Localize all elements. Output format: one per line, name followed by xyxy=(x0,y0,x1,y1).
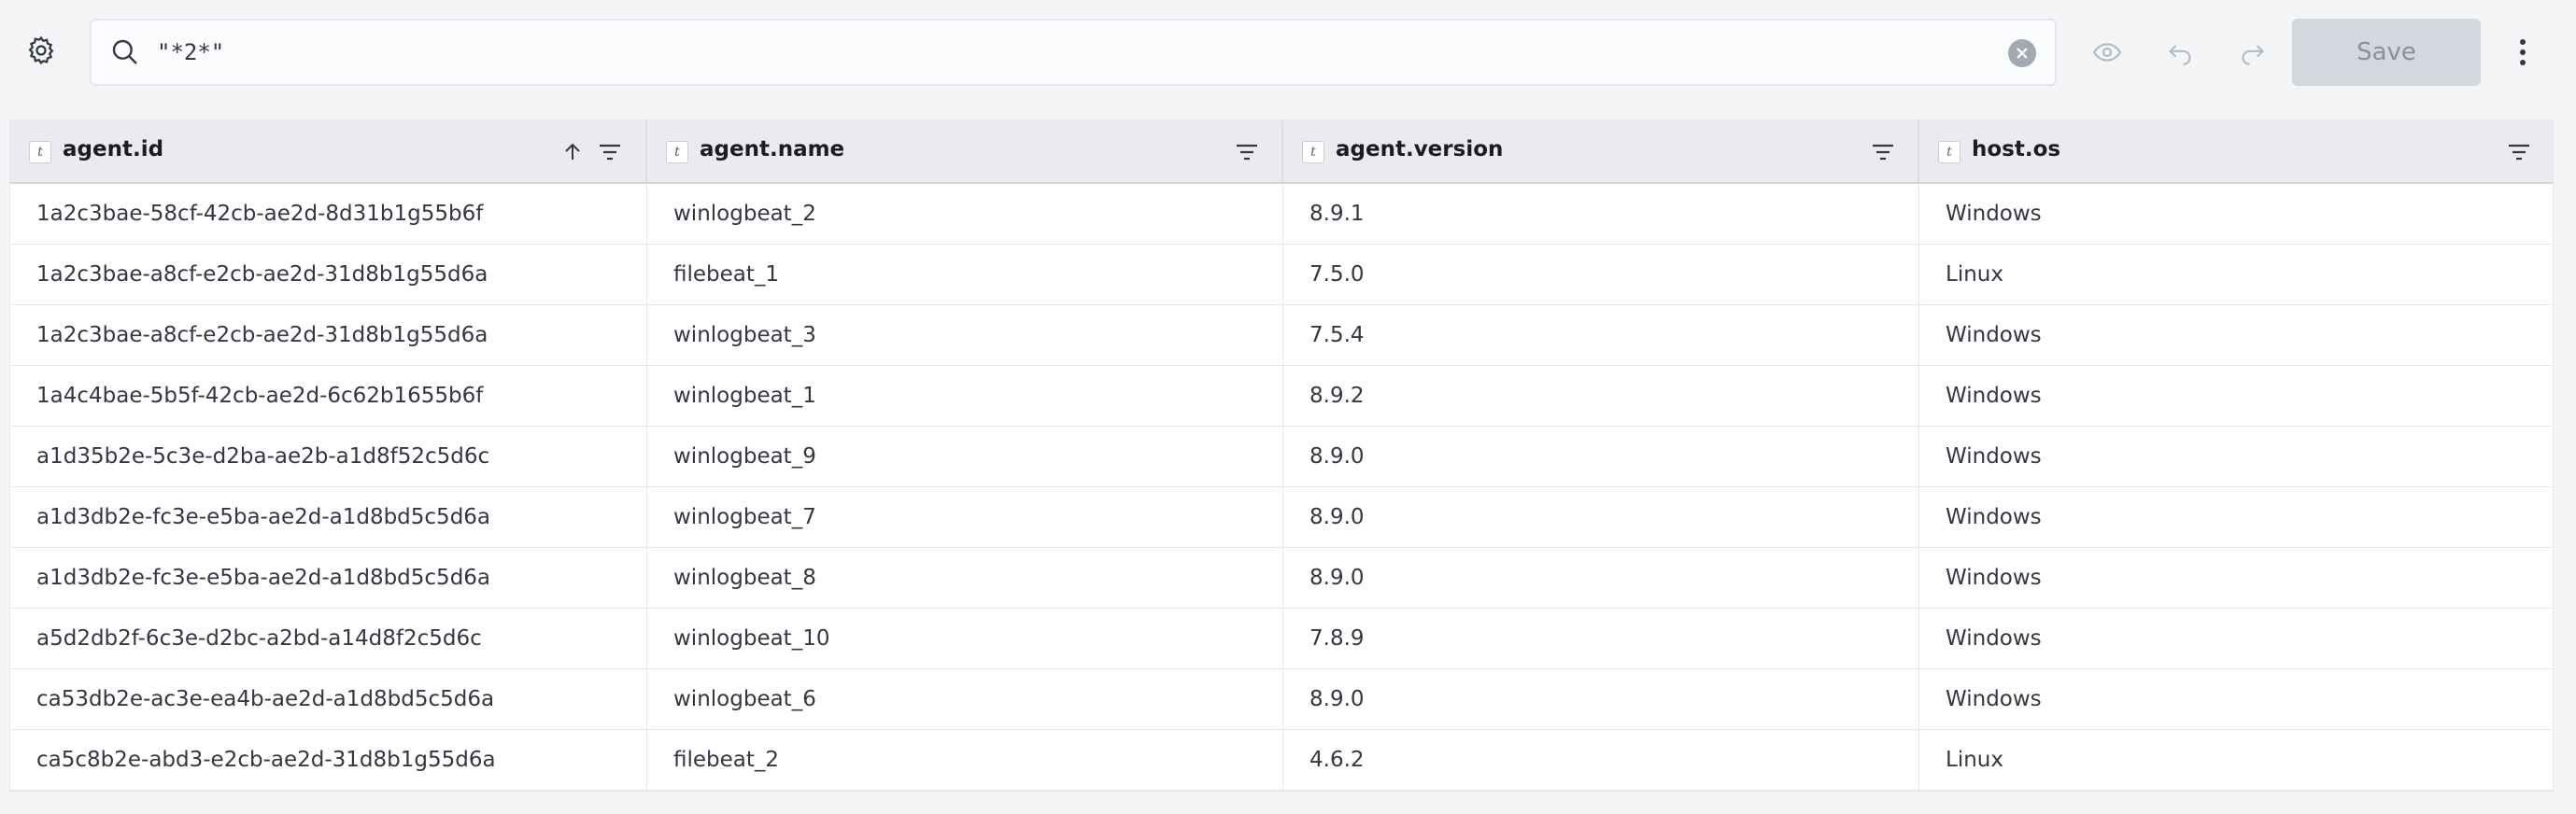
table-row[interactable]: 1a2c3bae-58cf-42cb-ae2d-8d31b1g55b6f win… xyxy=(10,184,2553,245)
cell-agent-id: ca5c8b2e-abd3-e2cb-ae2d-31d8b1g55d6a xyxy=(10,730,647,790)
cell-agent-name: winlogbeat_8 xyxy=(647,548,1283,608)
table-row[interactable]: a1d3db2e-fc3e-e5ba-ae2d-a1d8bd5c5d6a win… xyxy=(10,487,2553,548)
kebab-menu-icon[interactable] xyxy=(2509,32,2537,73)
sort-ascending-icon[interactable] xyxy=(558,137,587,167)
cell-host-os: Linux xyxy=(1946,262,2003,287)
cell-host-os: Linux xyxy=(1946,748,2003,772)
column-name: host.os xyxy=(1972,137,2061,161)
column-name: agent.name xyxy=(700,137,845,161)
column-name: agent.version xyxy=(1336,137,1504,161)
cell-agent-version: 4.6.2 xyxy=(1283,730,1919,790)
table-row[interactable]: 1a2c3bae-a8cf-e2cb-ae2d-31d8b1g55d6a win… xyxy=(10,305,2553,366)
data-table: t agent.id t agent.name t agent.version … xyxy=(9,119,2554,792)
column-header-agent-name[interactable]: t agent.name xyxy=(647,120,1283,182)
cell-agent-id: 1a2c3bae-58cf-42cb-ae2d-8d31b1g55b6f xyxy=(10,184,647,244)
table-row[interactable]: 1a4c4bae-5b5f-42cb-ae2d-6c62b1655b6f win… xyxy=(10,366,2553,427)
cell-host-os: Windows xyxy=(1946,384,2042,408)
cell-agent-name: winlogbeat_3 xyxy=(647,305,1283,365)
cell-agent-name: filebeat_2 xyxy=(647,730,1283,790)
cell-agent-version: 7.8.9 xyxy=(1283,609,1919,668)
cell-agent-id: a1d3db2e-fc3e-e5ba-ae2d-a1d8bd5c5d6a xyxy=(10,487,647,547)
table-row[interactable]: ca53db2e-ac3e-ea4b-ae2d-a1d8bd5c5d6a win… xyxy=(10,669,2553,730)
cell-agent-name: winlogbeat_7 xyxy=(647,487,1283,547)
toolbar: Save xyxy=(0,0,2576,105)
cell-agent-version: 7.5.0 xyxy=(1283,245,1919,304)
cell-agent-version: 8.9.2 xyxy=(1283,366,1919,426)
cell-agent-name: winlogbeat_9 xyxy=(647,427,1283,486)
table-row[interactable]: a1d3db2e-fc3e-e5ba-ae2d-a1d8bd5c5d6a win… xyxy=(10,548,2553,609)
filter-icon[interactable] xyxy=(1868,137,1898,167)
table-row[interactable]: a5d2db2f-6c3e-d2bc-a2bd-a14d8f2c5d6c win… xyxy=(10,609,2553,669)
table-row[interactable]: ca5c8b2e-abd3-e2cb-ae2d-31d8b1g55d6a fil… xyxy=(10,730,2553,791)
cell-agent-id: a1d3db2e-fc3e-e5ba-ae2d-a1d8bd5c5d6a xyxy=(10,548,647,608)
search-input[interactable] xyxy=(157,32,1988,73)
cell-agent-id: 1a4c4bae-5b5f-42cb-ae2d-6c62b1655b6f xyxy=(10,366,647,426)
cell-agent-version: 8.9.0 xyxy=(1283,487,1919,547)
cell-agent-id: 1a2c3bae-a8cf-e2cb-ae2d-31d8b1g55d6a xyxy=(10,245,647,304)
undo-icon[interactable] xyxy=(2161,34,2199,71)
filter-icon[interactable] xyxy=(1232,137,1262,167)
save-button[interactable]: Save xyxy=(2292,19,2481,86)
column-header-agent-id[interactable]: t agent.id xyxy=(10,120,647,182)
text-type-icon: t xyxy=(29,141,51,163)
cell-agent-version: 8.9.1 xyxy=(1283,184,1919,244)
cell-agent-name: winlogbeat_2 xyxy=(647,184,1283,244)
cell-agent-name: winlogbeat_6 xyxy=(647,669,1283,729)
cell-agent-id: a1d35b2e-5c3e-d2ba-ae2b-a1d8f52c5d6c xyxy=(10,427,647,486)
clear-icon[interactable] xyxy=(2008,39,2036,67)
text-type-icon: t xyxy=(666,141,688,163)
cell-host-os: Windows xyxy=(1946,202,2042,226)
table-header: t agent.id t agent.name t agent.version … xyxy=(10,120,2553,184)
search-bar xyxy=(90,19,2057,86)
cell-agent-version: 7.5.4 xyxy=(1283,305,1919,365)
cell-host-os: Windows xyxy=(1946,505,2042,529)
cell-agent-version: 8.9.0 xyxy=(1283,548,1919,608)
table-row[interactable]: a1d35b2e-5c3e-d2ba-ae2b-a1d8f52c5d6c win… xyxy=(10,427,2553,487)
cell-host-os: Windows xyxy=(1946,626,2042,651)
cell-host-os: Windows xyxy=(1946,444,2042,469)
text-type-icon: t xyxy=(1938,141,1960,163)
column-name: agent.id xyxy=(63,137,164,161)
cell-agent-version: 8.9.0 xyxy=(1283,427,1919,486)
table-row[interactable]: 1a2c3bae-a8cf-e2cb-ae2d-31d8b1g55d6a fil… xyxy=(10,245,2553,305)
eye-icon[interactable] xyxy=(2088,34,2126,71)
cell-agent-name: winlogbeat_10 xyxy=(647,609,1283,668)
cell-host-os: Windows xyxy=(1946,566,2042,590)
filter-icon[interactable] xyxy=(595,137,625,167)
filter-icon[interactable] xyxy=(2504,137,2534,167)
cell-agent-id: 1a2c3bae-a8cf-e2cb-ae2d-31d8b1g55d6a xyxy=(10,305,647,365)
cell-agent-version: 8.9.0 xyxy=(1283,669,1919,729)
column-header-host-os[interactable]: t host.os xyxy=(1919,120,2555,182)
cell-agent-name: filebeat_1 xyxy=(647,245,1283,304)
text-type-icon: t xyxy=(1302,141,1324,163)
gear-icon[interactable] xyxy=(24,34,58,67)
column-header-agent-version[interactable]: t agent.version xyxy=(1283,120,1919,182)
search-icon xyxy=(108,35,142,69)
cell-agent-name: winlogbeat_1 xyxy=(647,366,1283,426)
cell-agent-id: ca53db2e-ac3e-ea4b-ae2d-a1d8bd5c5d6a xyxy=(10,669,647,729)
cell-host-os: Windows xyxy=(1946,687,2042,711)
redo-icon[interactable] xyxy=(2234,34,2272,71)
cell-host-os: Windows xyxy=(1946,323,2042,347)
cell-agent-id: a5d2db2f-6c3e-d2bc-a2bd-a14d8f2c5d6c xyxy=(10,609,647,668)
